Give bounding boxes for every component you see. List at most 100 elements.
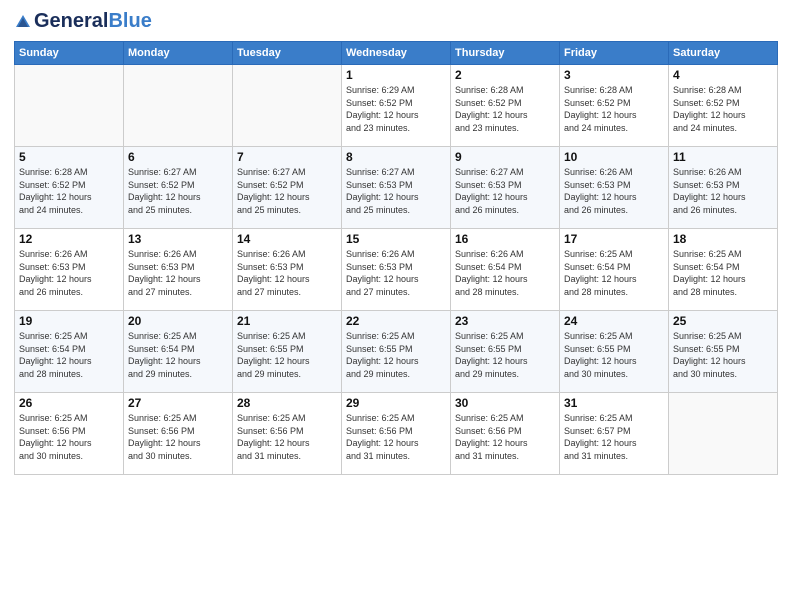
calendar-week-row: 12Sunrise: 6:26 AMSunset: 6:53 PMDayligh… [15,229,778,311]
day-info-line: and 26 minutes. [564,205,628,215]
calendar-table: SundayMondayTuesdayWednesdayThursdayFrid… [14,41,778,475]
day-info-line: Sunrise: 6:25 AM [455,413,524,423]
day-info: Sunrise: 6:26 AMSunset: 6:53 PMDaylight:… [673,166,773,216]
day-info-line: Daylight: 12 hours [19,274,92,284]
weekday-header: Saturday [669,42,778,65]
day-info-line: Sunset: 6:54 PM [455,262,522,272]
day-number: 11 [673,150,773,164]
day-info-line: Daylight: 12 hours [564,438,637,448]
day-info-line: Sunset: 6:53 PM [19,262,86,272]
calendar-cell: 13Sunrise: 6:26 AMSunset: 6:53 PMDayligh… [124,229,233,311]
day-info-line: Sunrise: 6:27 AM [128,167,197,177]
day-info-line: Sunrise: 6:25 AM [673,331,742,341]
day-info-line: and 24 minutes. [673,123,737,133]
day-info-line: Daylight: 12 hours [455,110,528,120]
day-number: 24 [564,314,664,328]
day-info-line: Daylight: 12 hours [128,438,201,448]
logo-wrapper: GeneralBlue [14,10,152,33]
day-info-line: Sunset: 6:53 PM [673,180,740,190]
day-number: 27 [128,396,228,410]
weekday-header: Friday [560,42,669,65]
day-info-line: Daylight: 12 hours [128,192,201,202]
day-info: Sunrise: 6:25 AMSunset: 6:56 PMDaylight:… [346,412,446,462]
calendar-cell: 15Sunrise: 6:26 AMSunset: 6:53 PMDayligh… [342,229,451,311]
day-info-line: Sunset: 6:55 PM [346,344,413,354]
day-info-line: and 26 minutes. [19,287,83,297]
day-number: 10 [564,150,664,164]
day-info-line: Sunset: 6:57 PM [564,426,631,436]
day-info-line: Sunrise: 6:25 AM [19,413,88,423]
logo-general: General [34,10,108,32]
day-number: 12 [19,232,119,246]
day-info: Sunrise: 6:25 AMSunset: 6:54 PMDaylight:… [19,330,119,380]
day-info-line: Daylight: 12 hours [455,356,528,366]
day-info-line: Daylight: 12 hours [673,110,746,120]
day-number: 28 [237,396,337,410]
day-info-line: Daylight: 12 hours [346,192,419,202]
day-info-line: Sunset: 6:52 PM [564,98,631,108]
calendar-cell: 16Sunrise: 6:26 AMSunset: 6:54 PMDayligh… [451,229,560,311]
day-info-line: and 23 minutes. [455,123,519,133]
day-info-line: Sunset: 6:52 PM [673,98,740,108]
day-info-line: and 29 minutes. [455,369,519,379]
day-info-line: Sunrise: 6:25 AM [673,249,742,259]
calendar-week-row: 5Sunrise: 6:28 AMSunset: 6:52 PMDaylight… [15,147,778,229]
day-info-line: Daylight: 12 hours [19,438,92,448]
day-info-line: Sunset: 6:52 PM [128,180,195,190]
day-info: Sunrise: 6:25 AM Sunset: 6:56 PM Daylight:… [128,412,228,462]
day-info: Sunrise: 6:28 AMSunset: 6:52 PMDaylight:… [455,84,555,134]
day-info-line: Daylight: 12 hours [346,356,419,366]
day-number: 22 [346,314,446,328]
day-number: 14 [237,232,337,246]
day-info-line: Sunset: 6:56 PM [237,426,304,436]
calendar-cell: 28Sunrise: 6:25 AMSunset: 6:56 PMDayligh… [233,393,342,475]
day-number: 1 [346,68,446,82]
day-number: 17 [564,232,664,246]
day-info-line: Daylight: 12 hours [455,274,528,284]
day-info-line: Sunset: 6:53 PM [346,262,413,272]
day-info: Sunrise: 6:26 AMSunset: 6:53 PMDaylight:… [346,248,446,298]
page: GeneralBlue SundayMondayTuesdayWednesday… [0,0,792,612]
calendar-cell: 5Sunrise: 6:28 AMSunset: 6:52 PMDaylight… [15,147,124,229]
calendar-week-row: 26Sunrise: 6:25 AMSunset: 6:56 PMDayligh… [15,393,778,475]
calendar-cell: 25Sunrise: 6:25 AMSunset: 6:55 PMDayligh… [669,311,778,393]
calendar-cell: 29Sunrise: 6:25 AMSunset: 6:56 PMDayligh… [342,393,451,475]
day-info-line: Sunrise: 6:26 AM [237,249,306,259]
day-info-line: Sunrise: 6:26 AM [455,249,524,259]
day-info: Sunrise: 6:25 AMSunset: 6:55 PMDaylight:… [673,330,773,380]
day-info-line: and 28 minutes. [673,287,737,297]
weekday-header: Tuesday [233,42,342,65]
day-number: 23 [455,314,555,328]
day-info-line: and 30 minutes. [128,451,192,461]
calendar-cell [124,65,233,147]
day-info-line: Sunset: 6:54 PM [673,262,740,272]
day-info-line: and 23 minutes. [346,123,410,133]
calendar-cell: 8Sunrise: 6:27 AMSunset: 6:53 PMDaylight… [342,147,451,229]
day-number: 4 [673,68,773,82]
calendar-cell [233,65,342,147]
logo-text: GeneralBlue [34,10,152,33]
day-info: Sunrise: 6:29 AMSunset: 6:52 PMDaylight:… [346,84,446,134]
day-info-line: Sunset: 6:56 PM [128,426,195,436]
day-info-line: Daylight: 12 hours [128,356,201,366]
day-info-line: Sunrise: 6:25 AM [128,413,197,423]
day-info-line: and 30 minutes. [564,369,628,379]
day-info-line: Sunrise: 6:25 AM [128,331,197,341]
calendar-cell: 17Sunrise: 6:25 AMSunset: 6:54 PMDayligh… [560,229,669,311]
day-info-line: Daylight: 12 hours [19,192,92,202]
day-info-line: Sunset: 6:52 PM [237,180,304,190]
calendar-cell: 4 Sunrise: 6:28 AM Sunset: 6:52 PM Daylight… [669,65,778,147]
day-number: 20 [128,314,228,328]
day-info-line: and 28 minutes. [19,369,83,379]
calendar-cell: 23Sunrise: 6:25 AMSunset: 6:55 PMDayligh… [451,311,560,393]
day-number: 2 [455,68,555,82]
weekday-header: Monday [124,42,233,65]
day-info-line: Sunset: 6:56 PM [19,426,86,436]
day-info-line: Sunset: 6:53 PM [128,262,195,272]
day-info-line: Sunrise: 6:28 AM [673,85,742,95]
calendar-cell: 18Sunrise: 6:25 AMSunset: 6:54 PMDayligh… [669,229,778,311]
day-info-line: and 25 minutes. [128,205,192,215]
day-info-line: Sunrise: 6:28 AM [455,85,524,95]
day-info-line: Sunset: 6:55 PM [455,344,522,354]
day-number: 21 [237,314,337,328]
